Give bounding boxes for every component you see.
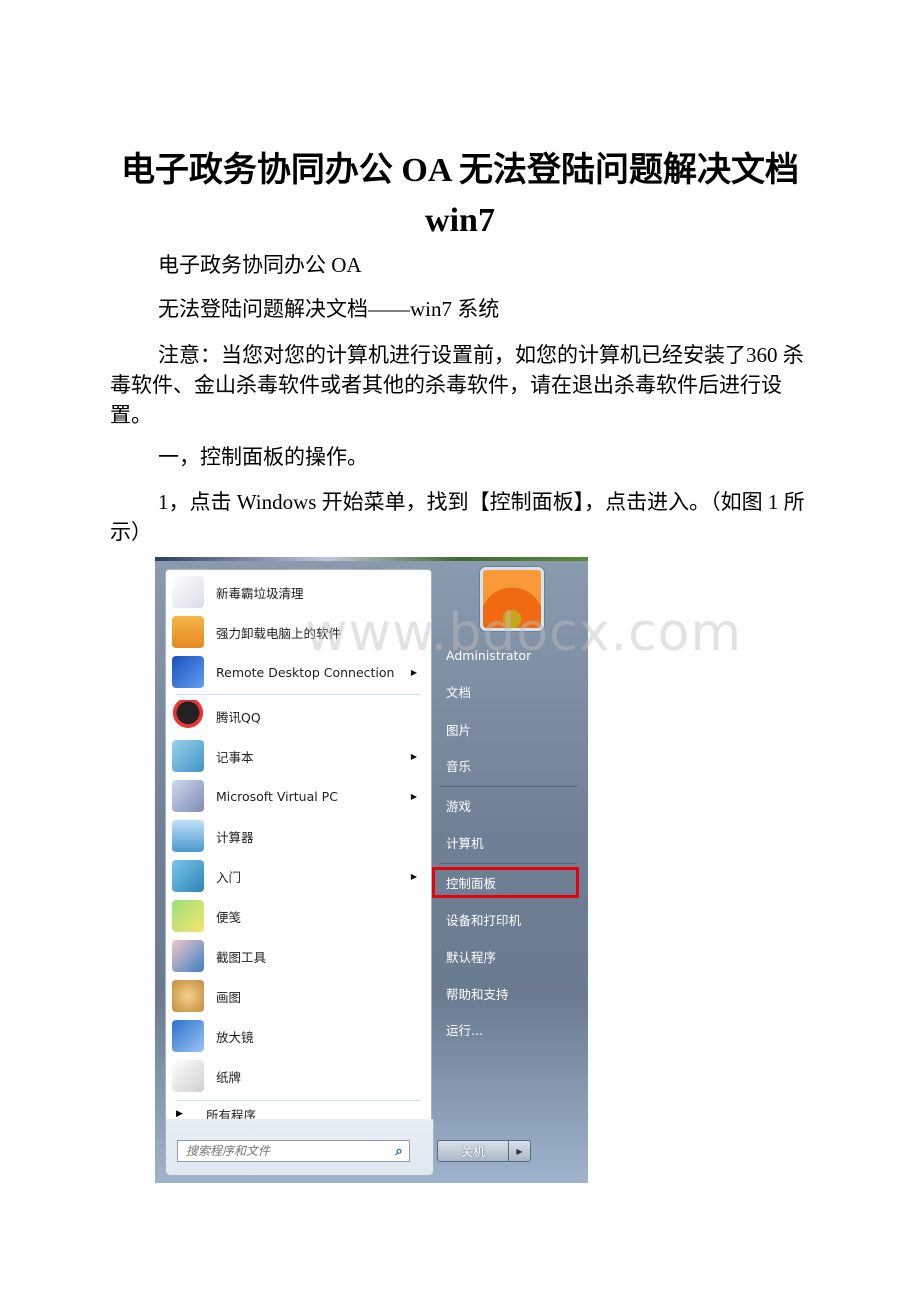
right-menu-item[interactable]: 帮助和支持	[435, 978, 580, 1008]
right-menu-label: 帮助和支持	[446, 986, 509, 1002]
program-label: 画图	[216, 989, 242, 1005]
program-label: 新毒霸垃圾清理	[216, 585, 304, 601]
program-label: 腾讯QQ	[216, 709, 261, 725]
title-line-1: 电子政务协同办公 OA 无法登陆问题解决文档	[120, 152, 800, 189]
separator	[440, 863, 577, 864]
desktop-strip	[155, 557, 588, 561]
program-item[interactable]: 纸牌	[166, 1056, 431, 1096]
programs-pane: 新毒霸垃圾清理强力卸载电脑上的软件 Remote Desktop Connecti…	[165, 569, 432, 1131]
paragraph-notice: 注意：当您对您的计算机进行设置前，如您的计算机已经安装了360 杀毒软件、金山杀…	[110, 343, 804, 427]
shutdown-label: 关机	[460, 1144, 485, 1159]
program-item[interactable]: Microsoft Virtual PC ▶	[166, 776, 431, 816]
right-menu-label: 设备和打印机	[446, 912, 522, 928]
program-label: 便笺	[216, 909, 242, 925]
program-label: Remote Desktop Connection	[216, 664, 395, 680]
triangle-right-icon: ▶	[176, 1109, 183, 1119]
document-title: 电子政务协同办公 OA 无法登陆问题解决文档 win7	[0, 146, 920, 246]
separator	[440, 786, 577, 787]
program-label: 计算器	[216, 829, 254, 845]
user-avatar[interactable]	[480, 567, 544, 631]
qq-penguin-icon	[172, 700, 204, 732]
virtual-pc-icon	[172, 780, 204, 812]
right-menu-label: 计算机	[446, 835, 484, 851]
separator	[176, 694, 421, 695]
program-item[interactable]: 入门 ▶	[166, 856, 431, 896]
search-input[interactable]	[178, 1143, 389, 1159]
program-label: 纸牌	[216, 1069, 242, 1085]
search-box[interactable]: ⌕	[177, 1140, 410, 1162]
program-label: 记事本	[216, 749, 254, 765]
right-menu-item[interactable]: 音乐	[435, 750, 580, 780]
chevron-right-icon: ▶	[516, 1146, 523, 1156]
right-menu-item[interactable]: 默认程序	[435, 941, 580, 971]
right-menu-item[interactable]: 文档	[435, 676, 580, 706]
uninstall-box-icon	[172, 616, 204, 648]
cleaner-icon	[172, 576, 204, 608]
program-label: Microsoft Virtual PC	[216, 788, 338, 804]
start-menu-screenshot: 新毒霸垃圾清理强力卸载电脑上的软件 Remote Desktop Connecti…	[155, 557, 588, 1183]
program-label: 截图工具	[216, 949, 267, 965]
paragraph-section-1: 一，控制面板的操作。	[158, 445, 368, 469]
paragraph-doc-name: 无法登陆问题解决文档——win7 系统	[158, 297, 500, 321]
snipping-tool-icon	[172, 940, 204, 972]
program-item[interactable]: 放大镜	[166, 1016, 431, 1056]
right-menu-item[interactable]: 图片	[435, 714, 580, 744]
program-label: 强力卸载电脑上的软件	[216, 625, 342, 641]
right-menu-label: 运行...	[446, 1022, 483, 1038]
title-line-2: win7	[425, 202, 495, 239]
right-menu-label: 音乐	[446, 758, 472, 774]
right-menu-item[interactable]: 设备和打印机	[435, 904, 580, 934]
paragraph-step-1: 1，点击 Windows 开始菜单，找到【控制面板】，点击进入。（如图 1 所示…	[110, 490, 805, 544]
right-menu-label: 图片	[446, 722, 472, 738]
right-menu-label: Administrator	[446, 647, 532, 663]
right-menu-label: 文档	[446, 684, 472, 700]
submenu-arrow-icon[interactable]: ▶	[411, 792, 417, 801]
notepad-icon	[172, 740, 204, 772]
program-label: 入门	[216, 869, 242, 885]
program-item[interactable]: 新毒霸垃圾清理	[166, 572, 431, 612]
program-item[interactable]: 计算器	[166, 816, 431, 856]
submenu-arrow-icon[interactable]: ▶	[411, 872, 417, 881]
remote-desktop-icon	[172, 656, 204, 688]
user-name-link[interactable]: Administrator	[435, 640, 580, 670]
program-item[interactable]: 记事本 ▶	[166, 736, 431, 776]
right-menu-label: 游戏	[446, 798, 472, 814]
paint-palette-icon	[172, 980, 204, 1012]
getting-started-icon	[172, 860, 204, 892]
sticky-notes-icon	[172, 900, 204, 932]
search-icon[interactable]: ⌕	[389, 1144, 409, 1159]
right-menu-label: 默认程序	[446, 949, 497, 965]
paragraph-subtitle: 电子政务协同办公 OA	[158, 253, 362, 277]
shutdown-options-button[interactable]: ▶	[509, 1140, 531, 1162]
program-item[interactable]: Remote Desktop Connection ▶	[166, 652, 431, 692]
program-item[interactable]: 腾讯QQ	[166, 696, 431, 736]
right-menu-item[interactable]: 运行...	[435, 1014, 580, 1044]
magnifier-icon	[172, 1020, 204, 1052]
submenu-arrow-icon[interactable]: ▶	[411, 752, 417, 761]
solitaire-icon	[172, 1060, 204, 1092]
program-item[interactable]: 便笺	[166, 896, 431, 936]
program-label: 放大镜	[216, 1029, 254, 1045]
program-item[interactable]: 画图	[166, 976, 431, 1016]
program-item[interactable]: 截图工具	[166, 936, 431, 976]
program-item[interactable]: 强力卸载电脑上的软件	[166, 612, 431, 652]
control-panel-highlight-box	[432, 867, 579, 898]
right-menu-item[interactable]: 游戏	[435, 790, 580, 820]
calculator-icon	[172, 820, 204, 852]
right-menu-item[interactable]: 计算机	[435, 827, 580, 857]
shutdown-button[interactable]: 关机	[437, 1140, 509, 1162]
submenu-arrow-icon[interactable]: ▶	[411, 668, 417, 677]
